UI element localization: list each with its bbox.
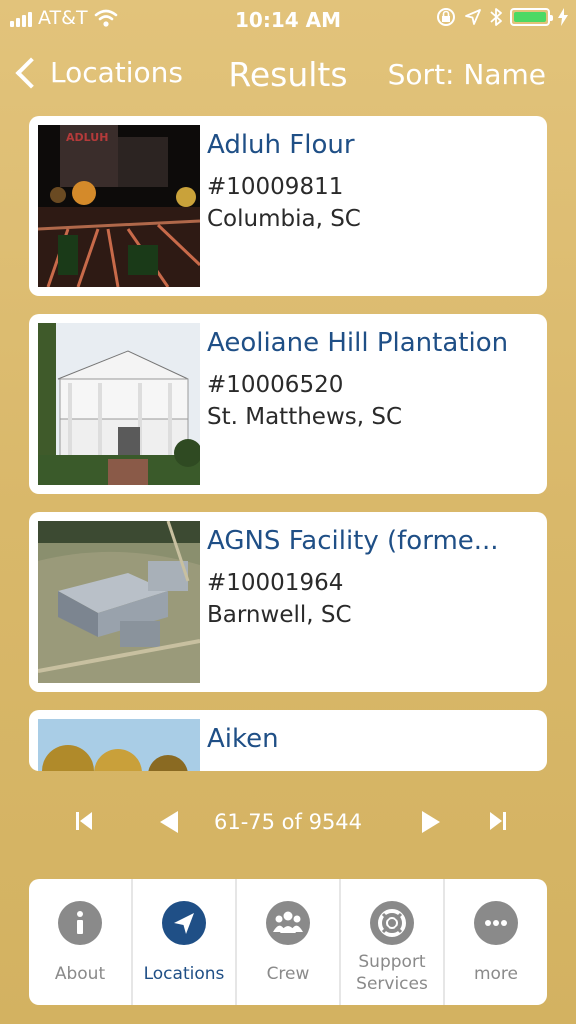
svg-text:ADLUH: ADLUH [66, 131, 108, 144]
tab-bar: About Locations Crew Support Services mo… [29, 879, 547, 1005]
location-city: Barnwell, SC [207, 602, 352, 628]
location-id: #10001964 [207, 570, 344, 596]
pagination: 61-75 of 9544 [0, 800, 576, 844]
info-icon [58, 901, 102, 945]
location-name: Aeoliane Hill Plantation [207, 328, 509, 358]
tab-crew[interactable]: Crew [237, 879, 341, 1005]
sort-button[interactable]: Sort: Name [388, 58, 546, 91]
result-card[interactable]: Aeoliane Hill Plantation #10006520 St. M… [29, 314, 547, 494]
tab-support-services[interactable]: Support Services [341, 879, 445, 1005]
lifebuoy-icon [370, 901, 414, 945]
more-icon [474, 901, 518, 945]
location-name: AGNS Facility (forme... [207, 526, 499, 556]
navigation-bar: Locations Results Sort: Name [0, 50, 576, 104]
location-name: Aiken [207, 724, 279, 754]
tab-label: Crew [266, 964, 310, 984]
orientation-lock-icon [437, 8, 455, 26]
tab-more[interactable]: more [445, 879, 547, 1005]
result-card[interactable]: ADLUH Adluh Flour #10009811 Columbia, SC [29, 116, 547, 296]
status-right [436, 7, 568, 27]
location-city: Columbia, SC [207, 206, 361, 232]
location-photo [38, 521, 200, 683]
location-photo: ADLUH [38, 125, 200, 287]
location-name: Adluh Flour [207, 130, 355, 160]
tab-label: Locations [143, 964, 225, 984]
tab-label: About [54, 964, 106, 984]
battery-icon [510, 8, 553, 26]
last-page-icon[interactable] [488, 810, 506, 832]
location-photo [38, 323, 200, 485]
bluetooth-icon [490, 8, 502, 26]
status-bar: AT&T 10:14 AM [0, 0, 576, 40]
location-city: St. Matthews, SC [207, 404, 403, 430]
location-photo [38, 719, 200, 771]
location-id: #10006520 [207, 372, 344, 398]
tab-about[interactable]: About [29, 879, 133, 1005]
result-card[interactable]: AGNS Facility (forme... #10001964 Barnwe… [29, 512, 547, 692]
tab-label: Support Services [356, 952, 428, 994]
group-icon [266, 901, 310, 945]
result-card[interactable]: Aiken [29, 710, 547, 771]
location-arrow-icon [162, 901, 206, 945]
location-arrow-icon [465, 9, 481, 25]
tab-locations[interactable]: Locations [133, 879, 237, 1005]
charging-icon [558, 8, 568, 26]
tab-label: more [473, 964, 519, 984]
location-id: #10009811 [207, 174, 344, 200]
next-page-icon[interactable] [420, 810, 442, 834]
